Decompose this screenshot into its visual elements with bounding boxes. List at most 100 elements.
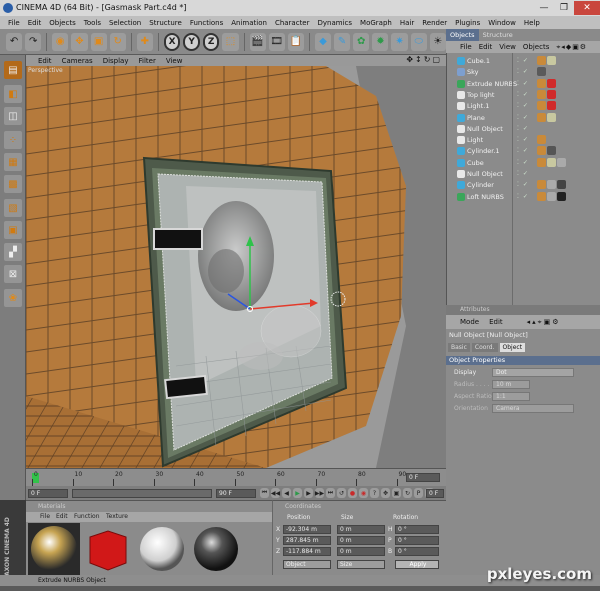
material-swatches[interactable]	[28, 523, 272, 575]
rotation-field[interactable]: 0 °	[395, 547, 439, 556]
timeline-ruler[interactable]: 0 10 20 30 40 50 60 70 80 90 0 F	[26, 468, 446, 486]
scale-key-icon[interactable]: ▣	[392, 488, 401, 498]
size-field[interactable]: 0 m	[337, 536, 385, 545]
menu-tools[interactable]: Tools	[84, 19, 101, 27]
position-field[interactable]: 287.845 m	[283, 536, 331, 545]
visibility-toggle-icon[interactable]: ⁚ ✓	[517, 136, 529, 143]
dark-material-icon[interactable]	[194, 527, 238, 571]
snap-icon[interactable]: ⊠	[4, 265, 22, 283]
texture-mode-icon[interactable]: ▧	[4, 199, 22, 217]
object-list-item[interactable]: Cube ⁚ ✓	[447, 157, 600, 169]
visibility-toggle-icon[interactable]: ⁚ ✓	[517, 170, 529, 177]
viewport-menu-cameras[interactable]: Cameras	[62, 57, 93, 65]
array-icon[interactable]: ✹	[372, 32, 389, 51]
tag-icon[interactable]	[557, 157, 566, 167]
menu-mograph[interactable]: MoGraph	[360, 19, 392, 27]
tab-object[interactable]: Object	[499, 343, 526, 352]
display-dropdown[interactable]: Dot	[492, 368, 574, 377]
3d-viewport[interactable]: Perspective	[26, 66, 446, 468]
add-icon[interactable]: ✚	[136, 32, 153, 51]
materials-menu-texture[interactable]: Texture	[106, 513, 128, 520]
deformer-icon[interactable]: ✷	[391, 32, 408, 51]
menu-structure[interactable]: Structure	[149, 19, 182, 27]
workplane-icon[interactable]: ▣	[4, 221, 22, 239]
coordinate-system-icon[interactable]: ⬚	[222, 32, 239, 51]
attributes-menu-edit[interactable]: Edit	[489, 318, 503, 326]
attributes-nav-icons[interactable]: ◂▴⌖▣⚙	[527, 318, 561, 327]
viewport-menu-edit[interactable]: Edit	[38, 57, 52, 65]
tag-icon[interactable]	[537, 78, 546, 88]
size-field[interactable]: 0 m	[337, 525, 385, 534]
first-frame-icon[interactable]: ⏮	[260, 488, 269, 498]
cube-icon[interactable]: ◆	[314, 32, 332, 51]
object-list-item[interactable]: Cylinder.1 ⁚ ✓	[447, 146, 600, 157]
tag-icon[interactable]	[537, 180, 546, 190]
viewport-menu-display[interactable]: Display	[103, 57, 129, 65]
object-list-item[interactable]: Cube.1 ⁚ ✓	[447, 56, 600, 67]
objects-menu-edit[interactable]: Edit	[479, 43, 493, 51]
object-list-item[interactable]: Null Object ⁚ ✓	[447, 124, 600, 135]
object-list-item[interactable]: Null Object ⁚ ✓	[447, 169, 600, 180]
viewport-menu-filter[interactable]: Filter	[139, 57, 156, 65]
move-icon[interactable]: ✥	[71, 32, 88, 51]
end-frame-field[interactable]: 90 F	[216, 489, 256, 498]
tab-basic[interactable]: Basic	[448, 343, 470, 352]
coord-mode-dropdown[interactable]: Object	[283, 560, 331, 569]
scene-icon[interactable]: ⬭	[410, 32, 427, 51]
menu-render[interactable]: Render	[422, 19, 447, 27]
object-list-item[interactable]: Loft NURBS ⁚ ✓	[447, 191, 600, 203]
materials-menu-edit[interactable]: Edit	[56, 513, 68, 520]
attributes-menu-mode[interactable]: Mode	[460, 318, 479, 326]
visibility-toggle-icon[interactable]: ⁚ ✓	[517, 159, 529, 166]
live-selection-icon[interactable]: ◉	[52, 32, 69, 51]
rotation-field[interactable]: 0 °	[395, 525, 439, 534]
points-mode-icon[interactable]: ⁘	[4, 131, 22, 149]
param-key-icon[interactable]: P	[414, 488, 423, 498]
light-icon[interactable]: ☀	[429, 32, 446, 51]
tag-icon[interactable]	[547, 191, 556, 201]
tag-icon[interactable]	[547, 157, 556, 167]
orientation-dropdown[interactable]: Camera	[492, 404, 574, 413]
tag-icon[interactable]	[547, 89, 556, 99]
tag-icon[interactable]	[547, 101, 556, 111]
position-field[interactable]: -117.884 m	[283, 547, 331, 556]
menu-functions[interactable]: Functions	[190, 19, 223, 27]
tab-structure[interactable]: Structure	[479, 29, 517, 41]
start-frame-field[interactable]: 0 F	[28, 489, 68, 498]
spline-pen-icon[interactable]: ✎	[334, 32, 351, 51]
object-list-item[interactable]: Cylinder ⁚ ✓	[447, 180, 600, 191]
menu-edit[interactable]: Edit	[28, 19, 42, 27]
redo-icon[interactable]: ↷	[25, 32, 42, 51]
position-field[interactable]: -92.304 m	[283, 525, 331, 534]
make-editable-icon[interactable]: ▤	[4, 61, 22, 79]
white-material-icon[interactable]	[140, 527, 184, 571]
preview-range-bar[interactable]	[72, 489, 212, 498]
object-list-item[interactable]: Extrude NURBS ⁚ ✓	[447, 78, 600, 90]
tag-icon[interactable]	[557, 180, 566, 190]
chrome-material-icon[interactable]	[31, 526, 77, 572]
radius-field[interactable]: 10 m	[492, 380, 530, 389]
tag-icon[interactable]	[537, 157, 546, 167]
menu-window[interactable]: Window	[488, 19, 516, 27]
visibility-toggle-icon[interactable]: ⁚ ✓	[517, 80, 529, 87]
tag-icon[interactable]	[537, 112, 546, 122]
tag-icon[interactable]	[537, 56, 546, 65]
visibility-toggle-icon[interactable]: ⁚ ✓	[517, 68, 529, 75]
next-key-icon[interactable]: ▶▶	[315, 488, 324, 498]
menu-plugins[interactable]: Plugins	[455, 19, 480, 27]
tag-icon[interactable]	[537, 67, 546, 77]
tag-icon[interactable]	[547, 112, 556, 122]
visibility-toggle-icon[interactable]: ⁚ ✓	[517, 57, 529, 64]
menu-selection[interactable]: Selection	[109, 19, 141, 27]
tag-icon[interactable]	[547, 56, 556, 65]
y-axis-icon[interactable]: Y	[183, 32, 200, 51]
red-cube-material-icon[interactable]	[89, 530, 127, 571]
object-list-item[interactable]: Sky ⁚ ✓	[447, 67, 600, 78]
polygons-mode-icon[interactable]: ▩	[4, 175, 22, 193]
fps-field[interactable]: 0 F	[426, 489, 444, 498]
viewport-menu-view[interactable]: View	[166, 57, 183, 65]
tag-icon[interactable]	[537, 191, 546, 201]
object-list-item[interactable]: Light.1 ⁚ ✓	[447, 101, 600, 112]
object-list-item[interactable]: Top light ⁚ ✓	[447, 89, 600, 101]
object-list-item[interactable]: Light ⁚ ✓	[447, 135, 600, 146]
